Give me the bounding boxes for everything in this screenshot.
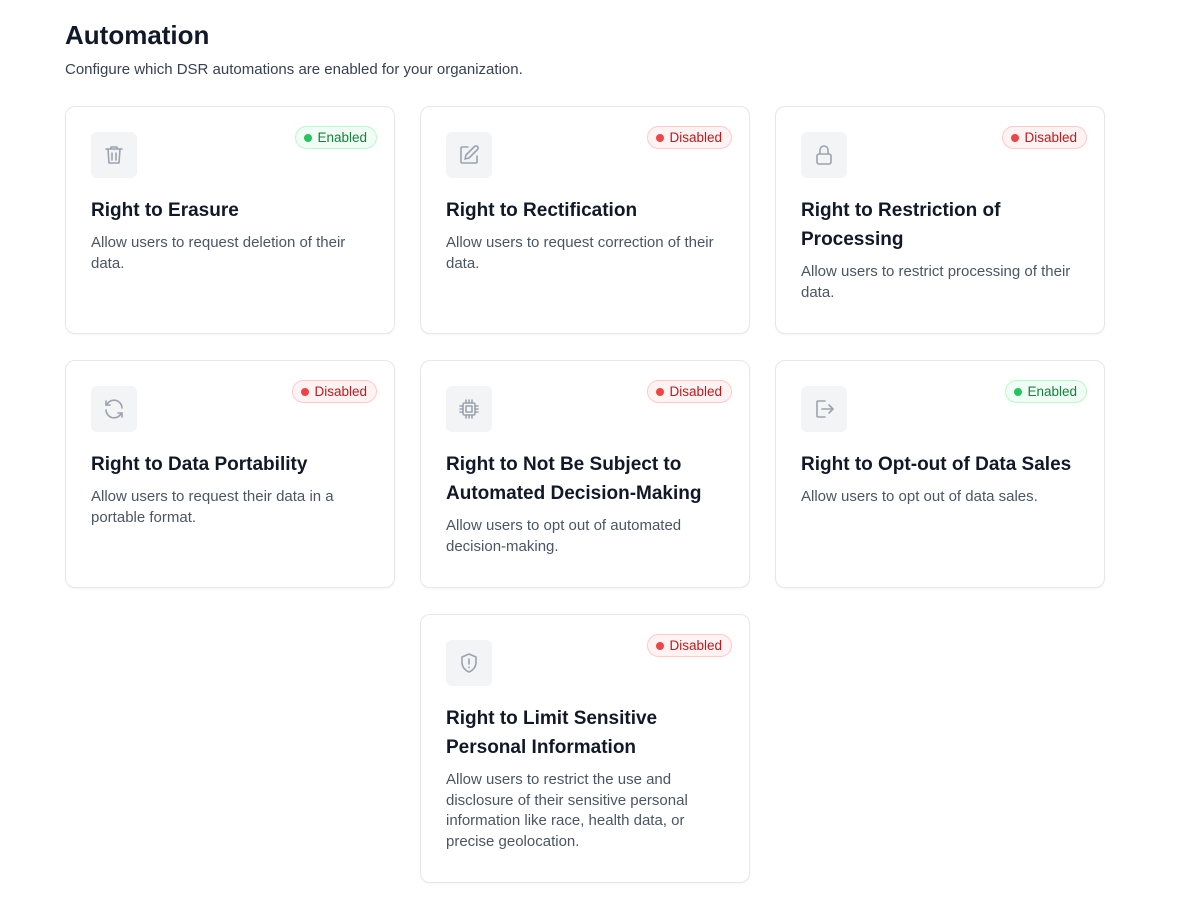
status-dot [656, 387, 665, 396]
logout-icon [816, 400, 834, 418]
status-label: Enabled [317, 130, 367, 145]
card-description: Allow users to request correction of the… [446, 234, 714, 272]
status-badge: Enabled [1005, 380, 1087, 403]
status-badge: Disabled [1002, 126, 1087, 149]
card-right-to-data-portability[interactable]: Disabled Right to Data Portability Allow… [65, 360, 395, 588]
card-right-to-opt-out-of-data-sales[interactable]: Enabled Right to Opt-out of Data Sales A… [775, 360, 1105, 588]
status-badge: Disabled [292, 380, 377, 403]
card-right-to-erasure[interactable]: Enabled Right to Erasure Allow users to … [65, 106, 395, 334]
card-icon-box [446, 640, 492, 686]
refresh-icon [105, 399, 123, 419]
status-badge: Disabled [647, 126, 732, 149]
card-title: Right to Erasure [91, 200, 239, 221]
status-label: Disabled [314, 384, 367, 399]
status-dot [1014, 387, 1023, 396]
card-right-to-limit-sensitive-personal-information[interactable]: Disabled Right to Limit Sensitive Person… [420, 614, 750, 883]
trash-icon [105, 146, 123, 164]
status-dot [301, 387, 310, 396]
card-description: Allow users to restrict the use and disc… [446, 771, 688, 850]
page-title: Automation [65, 20, 210, 50]
card-title: Right to Opt-out of Data Sales [801, 454, 1072, 475]
card-right-to-not-be-subject-to-automated-decision-making[interactable]: Disabled Right to Not Be Subject to Auto… [420, 360, 750, 588]
card-icon-box [91, 386, 137, 432]
card-title: Right to Limit Sensitive Personal Inform… [446, 708, 658, 758]
card-icon-box [801, 386, 847, 432]
card-icon-box [446, 386, 492, 432]
status-label: Disabled [669, 638, 722, 653]
status-dot [1011, 133, 1020, 142]
status-label: Disabled [669, 130, 722, 145]
card-icon-box [91, 132, 137, 178]
pencil-square-icon [460, 145, 479, 164]
status-label: Disabled [1024, 130, 1077, 145]
card-description: Allow users to opt out of data sales. [801, 488, 1038, 505]
status-dot [656, 641, 665, 650]
card-icon-box [446, 132, 492, 178]
card-description: Allow users to restrict processing of th… [801, 263, 1071, 301]
card-description: Allow users to request their data in a p… [91, 488, 334, 526]
shield-exclamation-icon [461, 653, 477, 673]
card-icon-box [801, 132, 847, 178]
card-right-to-restriction-of-processing[interactable]: Disabled Right to Restriction of Process… [775, 106, 1105, 334]
card-title: Right to Restriction of Processing [801, 200, 1001, 250]
lock-icon [816, 145, 832, 165]
page-subtitle: Configure which DSR automations are enab… [65, 61, 523, 78]
card-title: Right to Data Portability [91, 454, 308, 475]
status-dot [304, 133, 313, 142]
status-badge: Disabled [647, 634, 732, 657]
card-right-to-rectification[interactable]: Disabled Right to Rectification Allow us… [420, 106, 750, 334]
status-badge: Enabled [295, 126, 377, 149]
status-badge: Disabled [647, 380, 732, 403]
card-description: Allow users to request deletion of their… [91, 234, 346, 272]
cpu-chip-icon [459, 399, 479, 419]
card-description: Allow users to opt out of automated deci… [446, 517, 682, 555]
status-dot [656, 133, 665, 142]
card-title: Right to Not Be Subject to Automated Dec… [446, 454, 702, 504]
status-label: Disabled [669, 384, 722, 399]
status-label: Enabled [1027, 384, 1077, 399]
card-title: Right to Rectification [446, 200, 638, 221]
